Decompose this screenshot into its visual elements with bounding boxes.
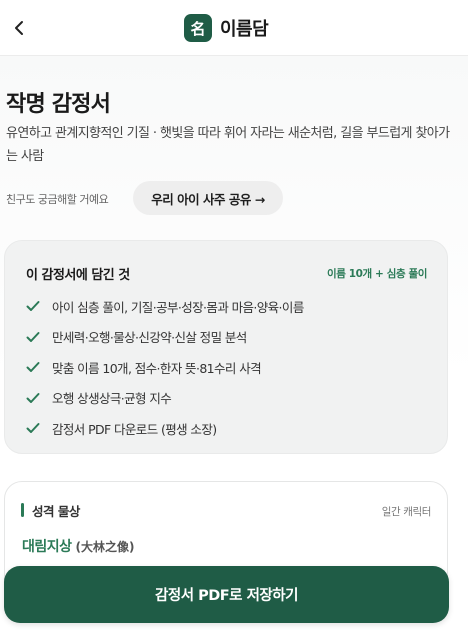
save-pdf-button[interactable]: 감정서 PDF로 저장하기: [4, 566, 449, 623]
page-subtitle: 유연하고 관계지향적인 기질 · 햇빛을 따라 휘어 자라는 새순처럼, 길을 …: [6, 126, 450, 164]
share-button[interactable]: 우리 아이 사주 공유 →: [133, 181, 283, 215]
personality-hanja: (大林之像): [75, 540, 135, 554]
contents-card-meta: 이름 10개 + 심층 풀이: [326, 268, 427, 280]
check-icon: [26, 361, 52, 373]
personality-name: 대림지상: [22, 539, 72, 555]
contents-card: 이 감정서에 담긴 것 이름 10개 + 심층 풀이 아이 심층 풀이, 기질·…: [4, 240, 448, 454]
feature-text: 오행 상생상극·균형 지수: [52, 391, 172, 407]
check-icon: [26, 300, 52, 312]
check-icon: [26, 422, 52, 434]
chevron-left-icon: [15, 21, 23, 35]
check-icon: [26, 392, 52, 404]
share-hint: 친구도 궁금해할 거예요: [6, 193, 109, 206]
feature-text: 감정서 PDF 다운로드 (평생 소장): [52, 421, 217, 437]
feature-item: 오행 상생상극·균형 지수: [26, 383, 304, 414]
feature-text: 맞춤 이름 10개, 점수·한자 뜻·81수리 사격: [52, 360, 262, 376]
check-icon: [26, 331, 52, 343]
feature-item: 감정서 PDF 다운로드 (평생 소장): [26, 413, 304, 444]
top-bar: 名 이름담: [0, 0, 468, 56]
feature-item: 맞춤 이름 10개, 점수·한자 뜻·81수리 사격: [26, 352, 304, 383]
feature-text: 아이 심층 풀이, 기질·공부·성장·몸과 마음·양육·이름: [52, 299, 304, 315]
brand[interactable]: 名 이름담: [184, 12, 269, 44]
personality-meta: 일간 캐릭터: [381, 506, 432, 518]
contents-card-title: 이 감정서에 담긴 것: [26, 268, 130, 283]
page-title: 작명 감정서: [6, 92, 111, 117]
personality-label: 성격 물상: [32, 504, 80, 519]
report-page: 名 이름담 작명 감정서 유연하고 관계지향적인 기질 · 햇빛을 따라 휘어 …: [0, 0, 468, 630]
feature-list: 아이 심층 풀이, 기질·공부·성장·몸과 마음·양육·이름 만세력·오행·물상…: [26, 291, 304, 444]
feature-item: 아이 심층 풀이, 기질·공부·성장·몸과 마음·양육·이름: [26, 291, 304, 322]
brand-logo-icon: 名: [184, 14, 212, 42]
feature-item: 만세력·오행·물상·신강약·신살 정밀 분석: [26, 322, 304, 353]
section-accent-bar: [21, 503, 24, 517]
personality-value: 대림지상 (大林之像): [22, 536, 135, 556]
feature-text: 만세력·오행·물상·신강약·신살 정밀 분석: [52, 330, 247, 346]
brand-name: 이름담: [220, 19, 269, 40]
back-button[interactable]: [4, 13, 34, 43]
